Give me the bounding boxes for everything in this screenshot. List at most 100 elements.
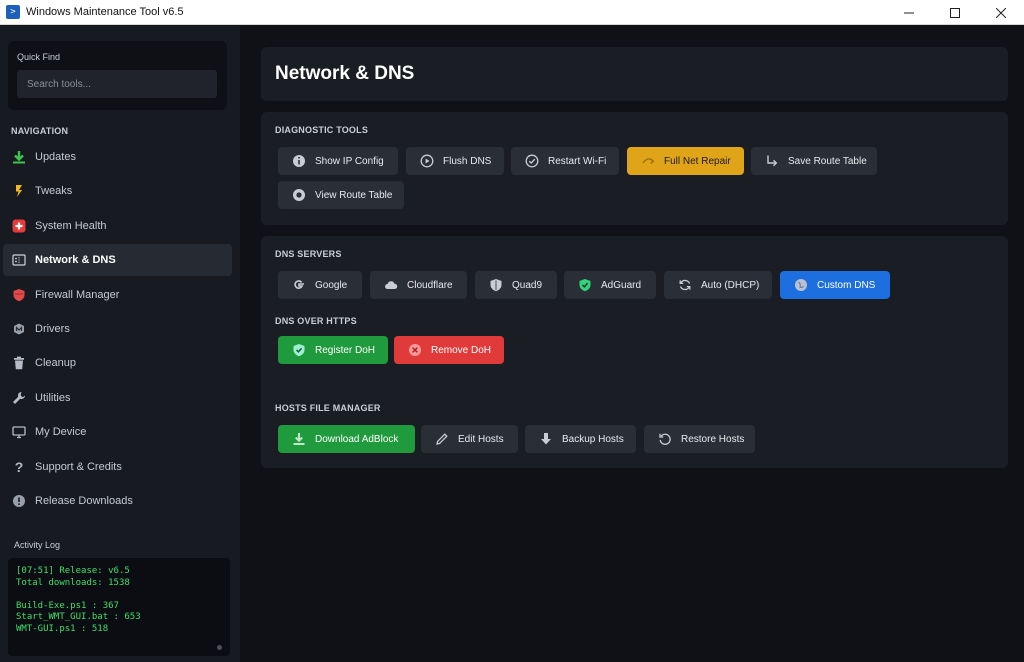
sidebar-item-label: Drivers [35, 322, 70, 335]
sidebar-item-support-credits[interactable]: ? Support & Credits [3, 451, 232, 483]
section-title: DNS OVER HTTPS [275, 316, 357, 326]
play-circle-icon [420, 154, 434, 168]
sidebar-item-network-dns[interactable]: Network & DNS [3, 244, 232, 277]
section-title: HOSTS FILE MANAGER [275, 403, 381, 413]
minimize-icon [904, 12, 914, 13]
page-title: Network & DNS [275, 63, 415, 84]
view-route-table-button[interactable]: View Route Table [278, 181, 404, 209]
shield-icon [11, 287, 27, 303]
sidebar-item-firewall-manager[interactable]: Firewall Manager [3, 279, 232, 311]
dns-adguard-button[interactable]: AdGuard [564, 271, 656, 299]
sidebar: Quick Find NAVIGATION Updates Tweaks Sys… [0, 26, 240, 662]
sidebar-item-my-device[interactable]: My Device [3, 416, 232, 448]
nav-heading: NAVIGATION [11, 126, 69, 136]
button-label: Full Net Repair [664, 155, 731, 167]
activity-log-label: Activity Log [14, 540, 61, 550]
sidebar-item-label: Updates [35, 151, 76, 163]
log-line: [07:51] Release: v6.5 [16, 566, 130, 576]
save-route-table-button[interactable]: Save Route Table [751, 147, 877, 175]
edit-hosts-button[interactable]: Edit Hosts [421, 425, 518, 453]
monitor-icon [11, 424, 27, 440]
flush-dns-button[interactable]: Flush DNS [406, 147, 504, 175]
hosts-file-panel: HOSTS FILE MANAGER Download AdBlock Edit… [261, 390, 1008, 468]
restore-hosts-button[interactable]: Restore Hosts [644, 425, 755, 453]
cloud-icon [384, 278, 398, 292]
resize-grip-icon[interactable] [217, 645, 222, 650]
nav-list: Updates Tweaks System Health Network & D… [3, 141, 232, 519]
sidebar-item-updates[interactable]: Updates [3, 141, 232, 173]
repair-icon [641, 154, 655, 168]
activity-log[interactable]: [07:51] Release: v6.5 Total downloads: 1… [8, 558, 230, 656]
search-input[interactable] [17, 70, 217, 98]
dns-custom-button[interactable]: Custom DNS [780, 271, 890, 299]
button-label: Restore Hosts [681, 433, 745, 445]
restore-icon [658, 432, 672, 446]
restart-wifi-button[interactable]: Restart Wi-Fi [511, 147, 619, 175]
sidebar-item-label: Firewall Manager [35, 288, 120, 301]
full-net-repair-button[interactable]: Full Net Repair [627, 147, 744, 175]
info-icon [292, 154, 306, 168]
show-ip-config-button[interactable]: Show IP Config [278, 147, 398, 175]
backup-hosts-button[interactable]: Backup Hosts [525, 425, 636, 453]
powershell-icon: > [6, 5, 20, 19]
dns-quad9-button[interactable]: Quad9 [475, 271, 557, 299]
minimize-button[interactable] [886, 0, 932, 25]
button-label: Download AdBlock [315, 433, 399, 445]
sidebar-item-tweaks[interactable]: Tweaks [3, 175, 232, 207]
health-cross-icon [11, 218, 27, 234]
close-icon [996, 7, 1006, 18]
button-label: Auto (DHCP) [701, 279, 760, 291]
button-label: Edit Hosts [458, 433, 504, 445]
button-label: Quad9 [512, 279, 543, 291]
shield-check-icon [578, 278, 592, 292]
log-line: WMT-GUI.ps1 : 518 [16, 623, 109, 634]
target-icon [292, 188, 306, 202]
section-title: DNS SERVERS [275, 249, 342, 259]
download-icon [292, 432, 306, 446]
close-button[interactable] [978, 0, 1024, 25]
pencil-icon [435, 432, 449, 446]
download-adblock-button[interactable]: Download AdBlock [278, 425, 415, 453]
lightning-icon [11, 183, 27, 199]
sidebar-item-label: Network & DNS [35, 254, 116, 267]
download-arrow-icon [11, 149, 27, 165]
button-label: Register DoH [315, 344, 376, 356]
maximize-button[interactable] [932, 0, 978, 25]
log-line: Total downloads: 1538 [16, 577, 130, 588]
dns-auto-dhcp-button[interactable]: Auto (DHCP) [664, 271, 772, 299]
close-circle-icon [408, 343, 422, 357]
button-label: Save Route Table [788, 155, 867, 167]
title-bar: > Windows Maintenance Tool v6.5 [0, 0, 1024, 25]
refresh-icon [678, 278, 692, 292]
log-line: Start_WMT_GUI.bat : 653 [16, 612, 141, 622]
section-title: DIAGNOSTIC TOOLS [275, 125, 369, 135]
sidebar-item-label: Support & Credits [35, 460, 122, 473]
maximize-icon [950, 7, 960, 18]
google-icon [292, 278, 306, 292]
arrow-down-icon [539, 432, 553, 446]
sidebar-item-drivers[interactable]: Drivers [3, 313, 232, 345]
sidebar-item-utilities[interactable]: Utilities [3, 382, 232, 414]
sidebar-item-label: Utilities [35, 391, 71, 404]
dns-cloudflare-button[interactable]: Cloudflare [370, 271, 467, 299]
register-doh-button[interactable]: Register DoH [278, 336, 388, 364]
button-label: Flush DNS [443, 155, 492, 167]
button-label: Cloudflare [407, 279, 453, 291]
quick-find-panel: Quick Find [8, 41, 227, 110]
sidebar-item-system-health[interactable]: System Health [3, 210, 232, 242]
remove-doh-button[interactable]: Remove DoH [394, 336, 504, 364]
sidebar-item-label: Tweaks [35, 185, 73, 198]
sidebar-item-label: My Device [35, 426, 87, 439]
info-circle-icon [11, 493, 27, 509]
button-label: Custom DNS [817, 279, 876, 291]
button-label: View Route Table [315, 189, 393, 201]
sidebar-item-release-downloads[interactable]: Release Downloads [3, 485, 232, 517]
button-label: Restart Wi-Fi [548, 155, 607, 167]
dns-google-button[interactable]: Google [278, 271, 362, 299]
main-content: Network & DNS DIAGNOSTIC TOOLS Show IP C… [240, 26, 1024, 662]
sidebar-item-cleanup[interactable]: Cleanup [3, 347, 232, 379]
wrench-icon [11, 390, 27, 406]
sidebar-item-label: Release Downloads [35, 494, 133, 507]
button-label: AdGuard [601, 279, 642, 291]
